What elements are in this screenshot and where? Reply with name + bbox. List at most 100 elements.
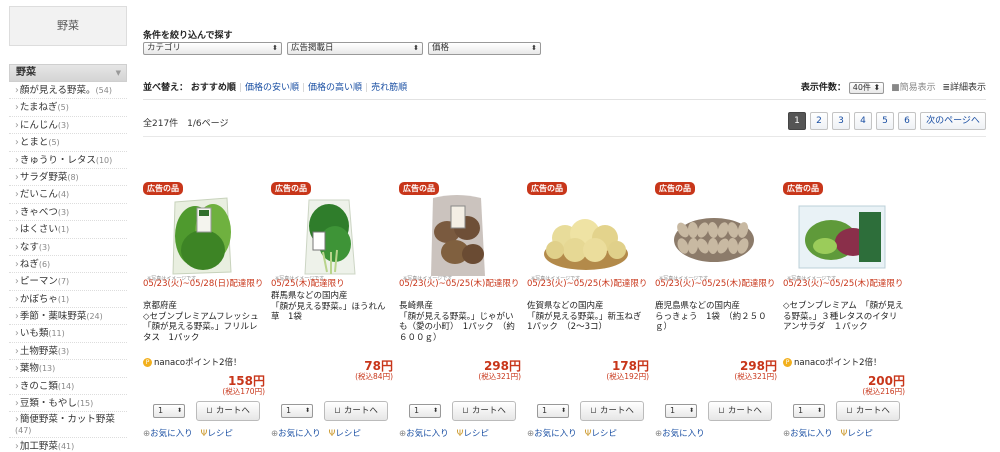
per-page-select[interactable]: 40件 ⬍ <box>848 82 885 94</box>
sidebar-item[interactable]: ›顔が見える野菜。(54) <box>9 82 127 100</box>
sidebar-item-label: はくさい <box>19 224 58 236</box>
divider: | <box>301 83 306 93</box>
select-arrows-icon: ⬍ <box>688 407 694 414</box>
page-button[interactable]: 1 <box>788 112 806 130</box>
sidebar-item[interactable]: ›にんじん(3) <box>9 117 127 135</box>
sidebar-item[interactable]: ›なす(3) <box>9 239 127 256</box>
favorite-link[interactable]: ⊕お気に入り <box>271 429 321 439</box>
result-count: 全217件 1/6ページ <box>143 119 229 129</box>
quantity-select[interactable]: 1 ⬍ <box>153 404 185 418</box>
product-image[interactable] <box>411 192 505 280</box>
page-button[interactable]: 2 <box>810 112 828 130</box>
product-description[interactable]: 京都府産 ◇セブンプレミアムフレッシュ 「顔が見える野菜。」フリルレタス 1パッ… <box>143 301 265 343</box>
add-to-cart-label: カートへ <box>727 406 762 416</box>
quantity-value: 1 <box>798 406 804 415</box>
select-arrows-icon: ⬍ <box>531 44 537 52</box>
sidebar-item-count: (6) <box>38 259 51 269</box>
sidebar-item[interactable]: ›だいこん(4) <box>9 186 127 204</box>
quantity-select[interactable]: 1 ⬍ <box>793 404 825 418</box>
price-select[interactable]: 価格 ⬍ <box>428 42 541 55</box>
next-page-button[interactable]: 次のページへ <box>920 112 986 130</box>
select-arrows-icon: ⬍ <box>413 44 419 52</box>
favorite-label: お気に入り <box>150 429 193 439</box>
chevron-right-icon: › <box>15 171 19 183</box>
favorite-link[interactable]: ⊕お気に入り <box>655 429 705 439</box>
sidebar-item-label: とまと <box>19 137 49 149</box>
sidebar-item-label: 簡便野菜・カット野菜 <box>19 414 115 426</box>
sidebar-item[interactable]: ›サラダ野菜(8) <box>9 169 127 187</box>
select-arrows-icon: ⬍ <box>272 44 278 52</box>
sidebar-category-label: 野菜 <box>16 67 36 78</box>
quantity-select[interactable]: 1 ⬍ <box>281 404 313 418</box>
recipe-link[interactable]: Ψレシピ <box>201 429 233 439</box>
product-description[interactable]: 長崎県産 「顔が見える野菜。」じゃがいも（愛の小町） 1パック （約６００ｇ） <box>399 301 521 343</box>
add-to-cart-button[interactable]: ⊔ カートへ <box>452 401 516 421</box>
product-image[interactable] <box>155 192 249 280</box>
sidebar-item[interactable]: ›いも類(11) <box>9 325 127 343</box>
simple-view-toggle[interactable]: ■簡易表示 <box>891 83 936 93</box>
sidebar-item[interactable]: ›豆類・もやし(15) <box>9 395 127 413</box>
product-description[interactable]: ◇セブンプレミアム 「顔が見える野菜。」３種レタスのイタリアンサラダ １パック <box>783 301 905 333</box>
quantity-select[interactable]: 1 ⬍ <box>665 404 697 418</box>
sidebar-list: ›顔が見える野菜。(54) ›たまねぎ(5) ›にんじん(3) ›とまと(5) ›きゅう… <box>9 82 127 452</box>
favorite-label: お気に入り <box>278 429 321 439</box>
sidebar-item[interactable]: ›ねぎ(6) <box>9 256 127 274</box>
quantity-select[interactable]: 1 ⬍ <box>537 404 569 418</box>
page-button[interactable]: 4 <box>854 112 872 130</box>
add-to-cart-button[interactable]: ⊔ カートへ <box>580 401 644 421</box>
sidebar-item[interactable]: ›きのこ類(14) <box>9 378 127 396</box>
recipe-link[interactable]: Ψレシピ <box>457 429 489 439</box>
quantity-value: 1 <box>670 406 676 415</box>
sort-bestseller-link[interactable]: 売れ筋順 <box>371 83 407 93</box>
sidebar-item[interactable]: ›きゅうり・レタス(10) <box>9 152 127 169</box>
product-image[interactable] <box>795 192 889 280</box>
quantity-select[interactable]: 1 ⬍ <box>409 404 441 418</box>
chevron-right-icon: › <box>15 345 19 357</box>
sidebar-item[interactable]: ›かぼちゃ(1) <box>9 291 127 309</box>
recipe-link[interactable]: Ψレシピ <box>329 429 361 439</box>
recipe-link[interactable]: Ψレシピ <box>841 429 873 439</box>
sidebar-item[interactable]: ›簡便野菜・カット野菜(47) <box>9 412 127 439</box>
sidebar-item[interactable]: ›季節・薬味野菜(24) <box>9 308 127 326</box>
add-to-cart-button[interactable]: ⊔ カートへ <box>324 401 388 421</box>
sort-price-asc-link[interactable]: 価格の安い順 <box>245 83 299 93</box>
sidebar-item[interactable]: ›葉物(13) <box>9 360 127 378</box>
ad-date-select[interactable]: 広告掲載日 ⬍ <box>287 42 423 55</box>
favorite-link[interactable]: ⊕お気に入り <box>527 429 577 439</box>
sidebar-item-count: (3) <box>57 207 70 217</box>
delivery-period: 05/23(火)~05/25(木)配達限り <box>783 279 904 289</box>
recipe-link[interactable]: Ψレシピ <box>585 429 617 439</box>
page-button[interactable]: 5 <box>876 112 894 130</box>
sidebar-item-count: (4) <box>57 190 70 200</box>
add-to-cart-button[interactable]: ⊔ カートへ <box>836 401 900 421</box>
product-description[interactable]: 佐賀県などの国内産 「顔が見える野菜。」新玉ねぎ 1パック （2～3コ） <box>527 301 649 333</box>
product-description[interactable]: 群馬県などの国内産 「顔が見える野菜。」ほうれん草 1袋 <box>271 291 393 323</box>
favorite-link[interactable]: ⊕お気に入り <box>143 429 193 439</box>
add-to-cart-button[interactable]: ⊔ カートへ <box>708 401 772 421</box>
favorite-link[interactable]: ⊕お気に入り <box>399 429 449 439</box>
sidebar-item-count: (3) <box>57 346 70 356</box>
sidebar-item[interactable]: ›はくさい(1) <box>9 221 127 239</box>
product-image[interactable] <box>539 192 633 280</box>
page-button[interactable]: 6 <box>898 112 916 130</box>
page-button[interactable]: 3 <box>832 112 850 130</box>
detail-view-toggle[interactable]: ≣詳細表示 <box>942 83 986 93</box>
sidebar-category-header[interactable]: 野菜 ▼ <box>9 64 127 82</box>
sort-price-desc-link[interactable]: 価格の高い順 <box>308 83 362 93</box>
product-image[interactable] <box>667 192 761 280</box>
sidebar-item-count: (10) <box>95 155 113 165</box>
sidebar-item[interactable]: ›土物野菜(3) <box>9 343 127 361</box>
chevron-right-icon: › <box>15 441 19 452</box>
chevron-right-icon: › <box>15 241 19 253</box>
product-description[interactable]: 鹿児島県などの国内産 らっきょう 1袋 （約２５０ｇ） <box>655 301 777 333</box>
product-image[interactable] <box>283 192 377 280</box>
sidebar-item[interactable]: ›ピーマン(7) <box>9 273 127 291</box>
sidebar-item-label: きゃべつ <box>19 206 58 218</box>
add-to-cart-button[interactable]: ⊔ カートへ <box>196 401 260 421</box>
sidebar-item[interactable]: ›きゃべつ(3) <box>9 204 127 222</box>
sidebar-item[interactable]: ›加工野菜(41) <box>9 438 127 452</box>
category-select[interactable]: カテゴリ ⬍ <box>143 42 282 55</box>
sidebar-item[interactable]: ›とまと(5) <box>9 134 127 152</box>
sidebar-item[interactable]: ›たまねぎ(5) <box>9 99 127 117</box>
favorite-link[interactable]: ⊕お気に入り <box>783 429 833 439</box>
